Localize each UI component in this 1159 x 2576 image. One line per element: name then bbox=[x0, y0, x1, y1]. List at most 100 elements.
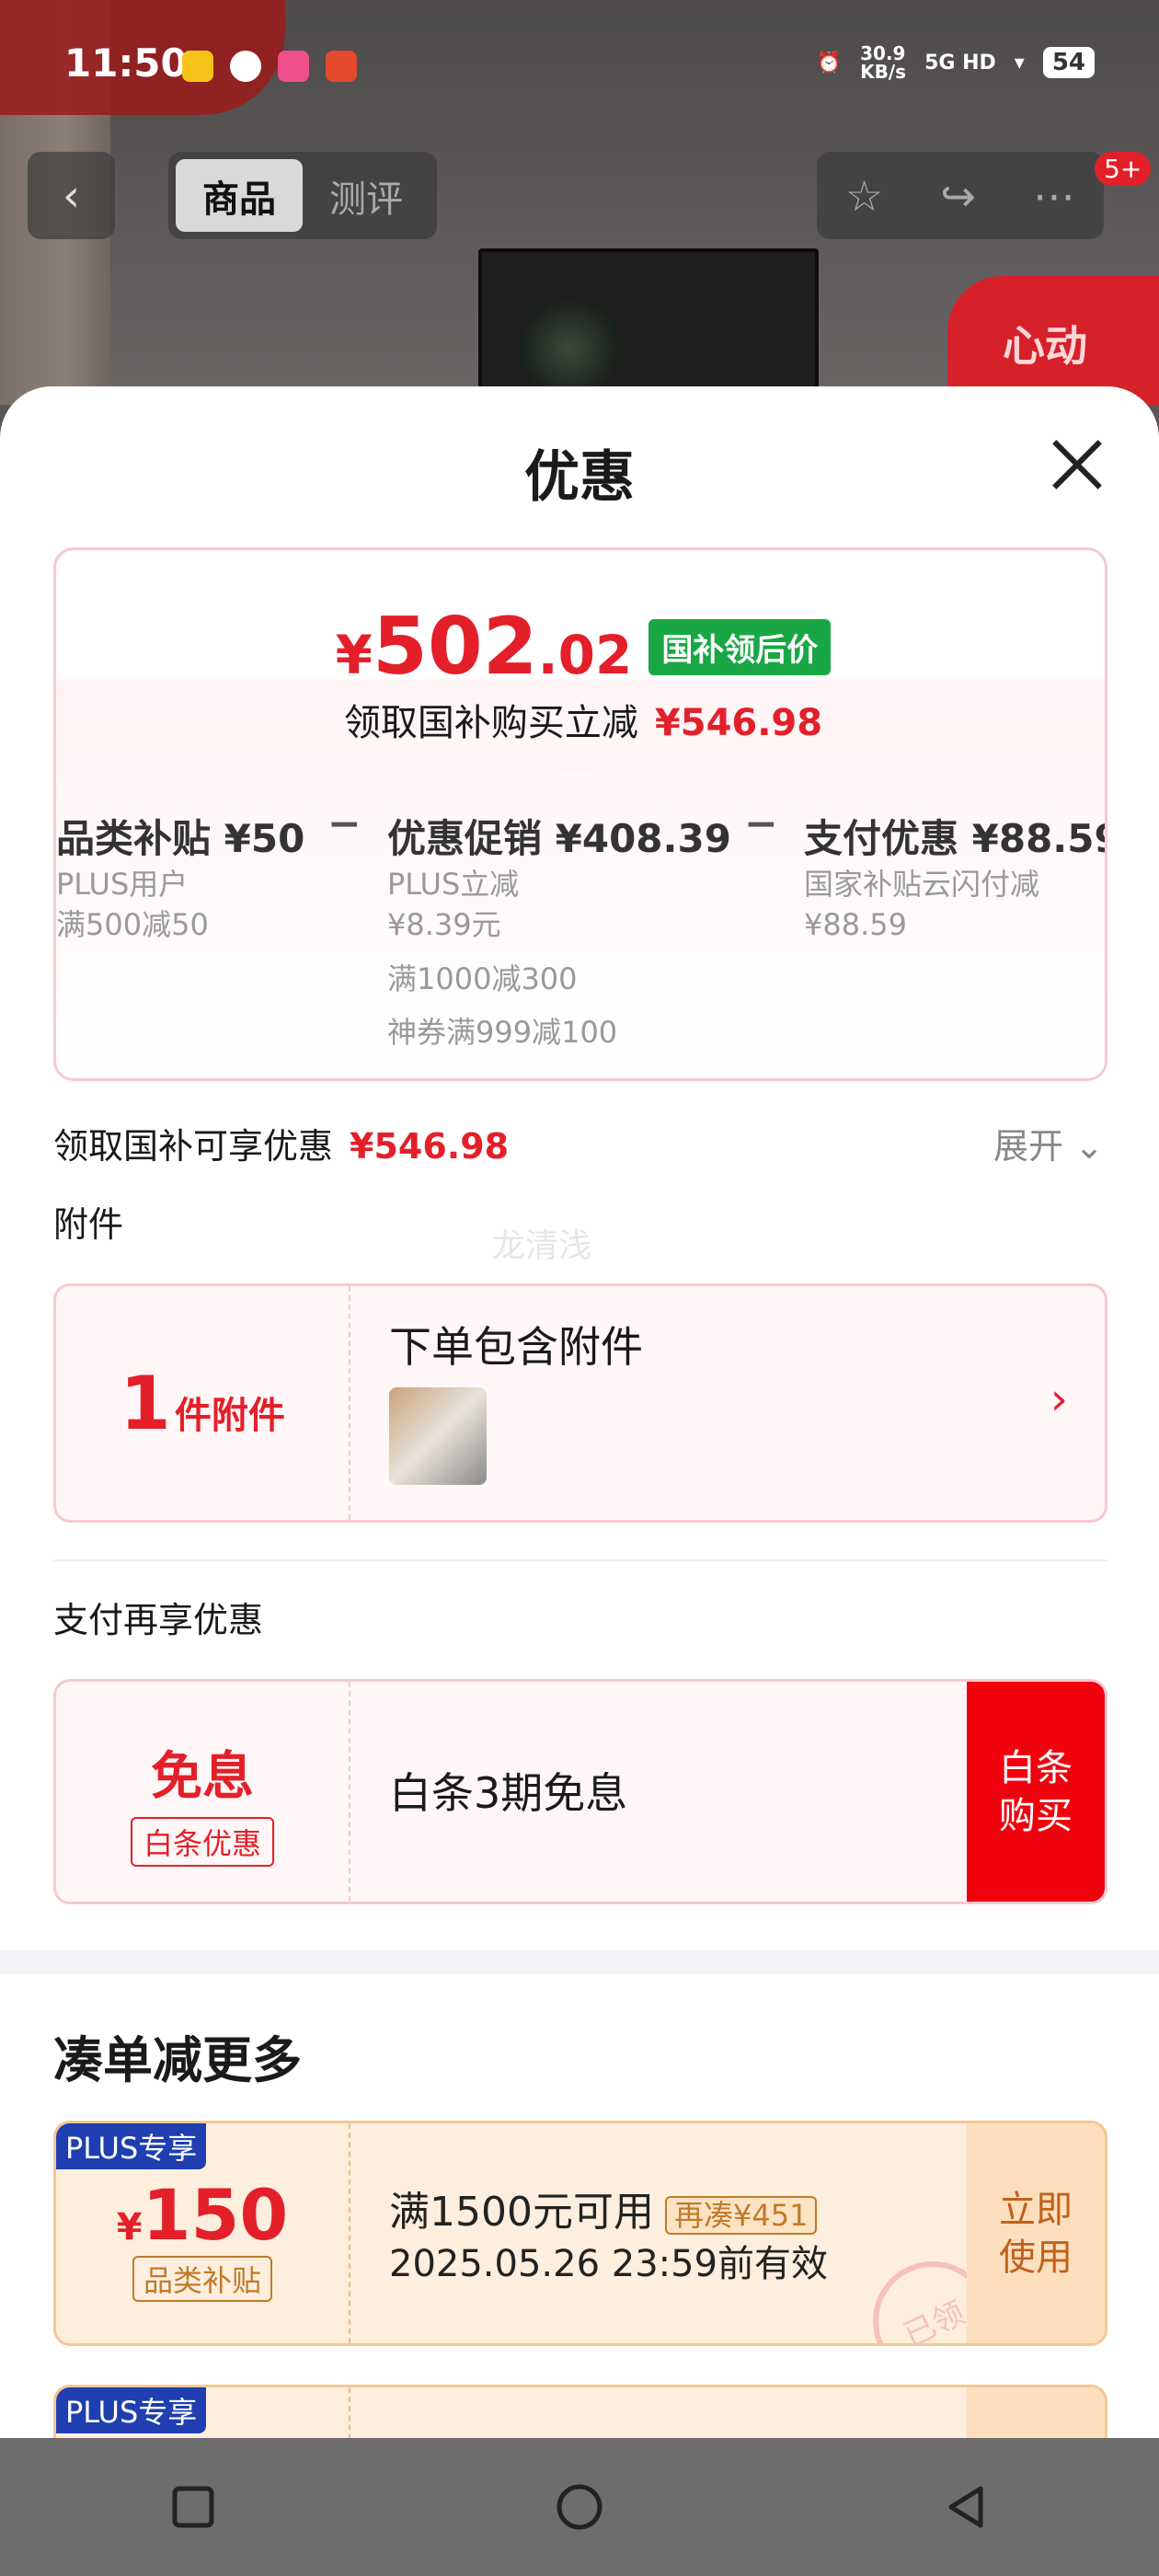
breakdown-promotion: 优惠促销 ¥408.39 PLUS立减 ¥8.39元 满1000减300 神券满… bbox=[387, 808, 731, 1052]
expand-label: 展开 bbox=[993, 1126, 1064, 1167]
square-icon bbox=[172, 2486, 214, 2528]
use-now-button[interactable]: 立即 使用 bbox=[967, 2123, 1105, 2343]
price-sub: 领取国补购买立减 ¥546.98 bbox=[56, 693, 1105, 746]
coupon-condition-line: 满1500元可用 再凑¥451 bbox=[389, 2179, 818, 2237]
interest-free-label: 免息 bbox=[151, 1747, 254, 1807]
baitiao-tag: 白条优惠 bbox=[130, 1817, 274, 1867]
coupon-condition: 满1500元可用 bbox=[389, 2189, 654, 2236]
breakdown-amount: ¥408.39 bbox=[555, 816, 731, 861]
breakdown-line: ¥8.39元 bbox=[387, 907, 501, 942]
tab-product[interactable]: 商品 bbox=[176, 159, 303, 232]
price-card: ¥ 502 .02 国补领后价 领取国补购买立减 ¥546.98 品类补贴 ¥50… bbox=[53, 547, 1107, 1081]
tab-review[interactable]: 测评 bbox=[303, 159, 430, 232]
coupon-symbol: ¥ bbox=[116, 2206, 143, 2248]
alarm-icon: ⏰ bbox=[816, 51, 843, 75]
net-speed: 30.9 KB/s bbox=[860, 44, 906, 81]
wifi-icon: ▾ bbox=[1014, 51, 1025, 75]
chevron-left-icon: ‹ bbox=[62, 169, 81, 222]
price-sub-text: 领取国补购买立减 bbox=[343, 702, 638, 744]
baitiao-buy-button[interactable]: 白条 购买 bbox=[967, 1682, 1105, 1902]
back-button[interactable]: ‹ bbox=[28, 152, 115, 239]
coupon-category: 品类补贴 bbox=[132, 2256, 272, 2302]
battery-level: 54 bbox=[1042, 47, 1095, 78]
caret-up bbox=[557, 754, 598, 773]
breakdown-payment: 支付优惠 ¥88.59 国家补贴云闪付减 ¥88.59 bbox=[804, 808, 1107, 945]
coupon-card[interactable]: PLUS专享 bbox=[53, 2385, 1107, 2438]
plus-badge: PLUS专享 bbox=[56, 2387, 207, 2433]
divider bbox=[53, 1559, 1107, 1561]
breakdown-amount: ¥88.59 bbox=[971, 816, 1107, 861]
system-navbar bbox=[0, 2438, 1159, 2576]
taobao-icon bbox=[278, 51, 309, 82]
recent-apps-button[interactable] bbox=[166, 2479, 221, 2535]
status-right: ⏰ 30.9 KB/s 5G HD ▾ 54 bbox=[817, 44, 1095, 81]
product-topbar: ‹ 商品 测评 ☆ ↪ ⋯ 5+ bbox=[0, 152, 1159, 244]
use-line2: 使用 bbox=[999, 2236, 1073, 2279]
minus-sign: − bbox=[327, 800, 361, 847]
triangle-back-icon bbox=[948, 2486, 983, 2528]
price-tag: 国补领后价 bbox=[648, 618, 832, 675]
plus-badge: PLUS专享 bbox=[56, 2123, 207, 2169]
notification-icons bbox=[182, 51, 357, 82]
status-time: 11:50 bbox=[64, 40, 188, 86]
network-label: 5G HD bbox=[924, 51, 996, 75]
price-symbol: ¥ bbox=[335, 624, 373, 686]
baitiao-buy-line1: 白条 bbox=[999, 1746, 1073, 1789]
interest-free-badge: 免息 白条优惠 bbox=[56, 1682, 350, 1902]
home-button[interactable] bbox=[552, 2479, 607, 2535]
chevron-right-icon: › bbox=[1050, 1374, 1068, 1425]
coupon-value: ¥150 bbox=[56, 2174, 349, 2256]
top-actions: ☆ ↪ ⋯ bbox=[817, 152, 1104, 239]
sheet-title: 优惠 bbox=[524, 445, 635, 510]
share-icon[interactable]: ↪ bbox=[940, 171, 976, 221]
final-price: ¥ 502 .02 国补领后价 bbox=[56, 601, 1105, 693]
breakdown-line: 国家补贴云闪付减 bbox=[804, 867, 1040, 902]
star-icon[interactable]: ☆ bbox=[845, 171, 883, 221]
chevron-down-icon: ⌄ bbox=[1074, 1126, 1104, 1167]
breakdown-extra: 神券满999减100 bbox=[387, 1015, 618, 1050]
breakdown-extra: 满1000减300 bbox=[387, 961, 578, 996]
attachment-count: 1 件附件 bbox=[56, 1286, 350, 1520]
baitiao-text: 白条3期免息 bbox=[389, 1768, 628, 1818]
baitiao-buy-line2: 购买 bbox=[999, 1794, 1073, 1837]
product-photo-monitor bbox=[478, 248, 819, 405]
coupon-validity: 2025.05.26 23:59前有效 bbox=[389, 2243, 829, 2285]
coupon-card[interactable]: ¥150 品类补贴 PLUS专享 满1500元可用 再凑¥451 2025.05.… bbox=[53, 2121, 1107, 2346]
discount-label: 领取国补可享优惠 bbox=[53, 1126, 334, 1167]
circle-icon bbox=[557, 2484, 602, 2530]
breakdown-amount: ¥50 bbox=[224, 816, 305, 861]
price-integer: 502 bbox=[373, 601, 538, 693]
product-tabs: 商品 测评 bbox=[168, 152, 437, 239]
expand-button[interactable]: 展开 ⌄ bbox=[993, 1118, 1104, 1168]
message-icon bbox=[230, 51, 261, 82]
breakdown-line: ¥88.59 bbox=[804, 907, 907, 942]
baitiao-card: 免息 白条优惠 白条3期免息 白条购买 bbox=[53, 1679, 1107, 1904]
net-speed-unit: KB/s bbox=[860, 61, 907, 83]
promo-corner-text: 心动 bbox=[1003, 321, 1087, 371]
monitor-screen-art bbox=[519, 298, 620, 399]
breakdown-line: 满500减50 bbox=[56, 907, 209, 942]
attachment-thumbnail bbox=[389, 1387, 487, 1485]
meituan-icon bbox=[182, 51, 213, 82]
close-icon[interactable] bbox=[1049, 437, 1104, 492]
back-nav-button[interactable] bbox=[938, 2479, 993, 2535]
watermark: 龙清浅 bbox=[492, 1227, 592, 1265]
promo-corner-tag[interactable]: 心动 bbox=[947, 276, 1159, 405]
coupon-extra-tag: 再凑¥451 bbox=[664, 2196, 818, 2235]
breakdown-title: 优惠促销 bbox=[387, 816, 543, 861]
net-speed-value: 30.9 bbox=[860, 42, 906, 64]
status-bar: 11:50 ⏰ 30.9 KB/s 5G HD ▾ 54 bbox=[0, 0, 1159, 138]
more-section-title: 凑单减更多 bbox=[53, 2031, 302, 2089]
attachment-count-unit: 件附件 bbox=[174, 1395, 285, 1437]
use-now-button[interactable] bbox=[967, 2387, 1105, 2438]
breakdown-title: 支付优惠 bbox=[804, 816, 959, 861]
attachment-card[interactable]: 1 件附件 下单包含附件 › bbox=[53, 1283, 1107, 1523]
breakdown-category: 品类补贴 ¥50 PLUS用户 满500减50 bbox=[56, 808, 304, 945]
attachment-count-number: 1 bbox=[120, 1360, 171, 1446]
breakdown-title: 品类补贴 bbox=[56, 816, 212, 861]
price-decimal: .02 bbox=[537, 624, 633, 686]
price-sub-amount: ¥546.98 bbox=[654, 702, 823, 744]
more-icon[interactable]: ⋯ bbox=[1033, 171, 1075, 221]
attachment-section-label: 附件 bbox=[53, 1204, 124, 1245]
breakdown-line: PLUS用户 bbox=[56, 867, 189, 902]
